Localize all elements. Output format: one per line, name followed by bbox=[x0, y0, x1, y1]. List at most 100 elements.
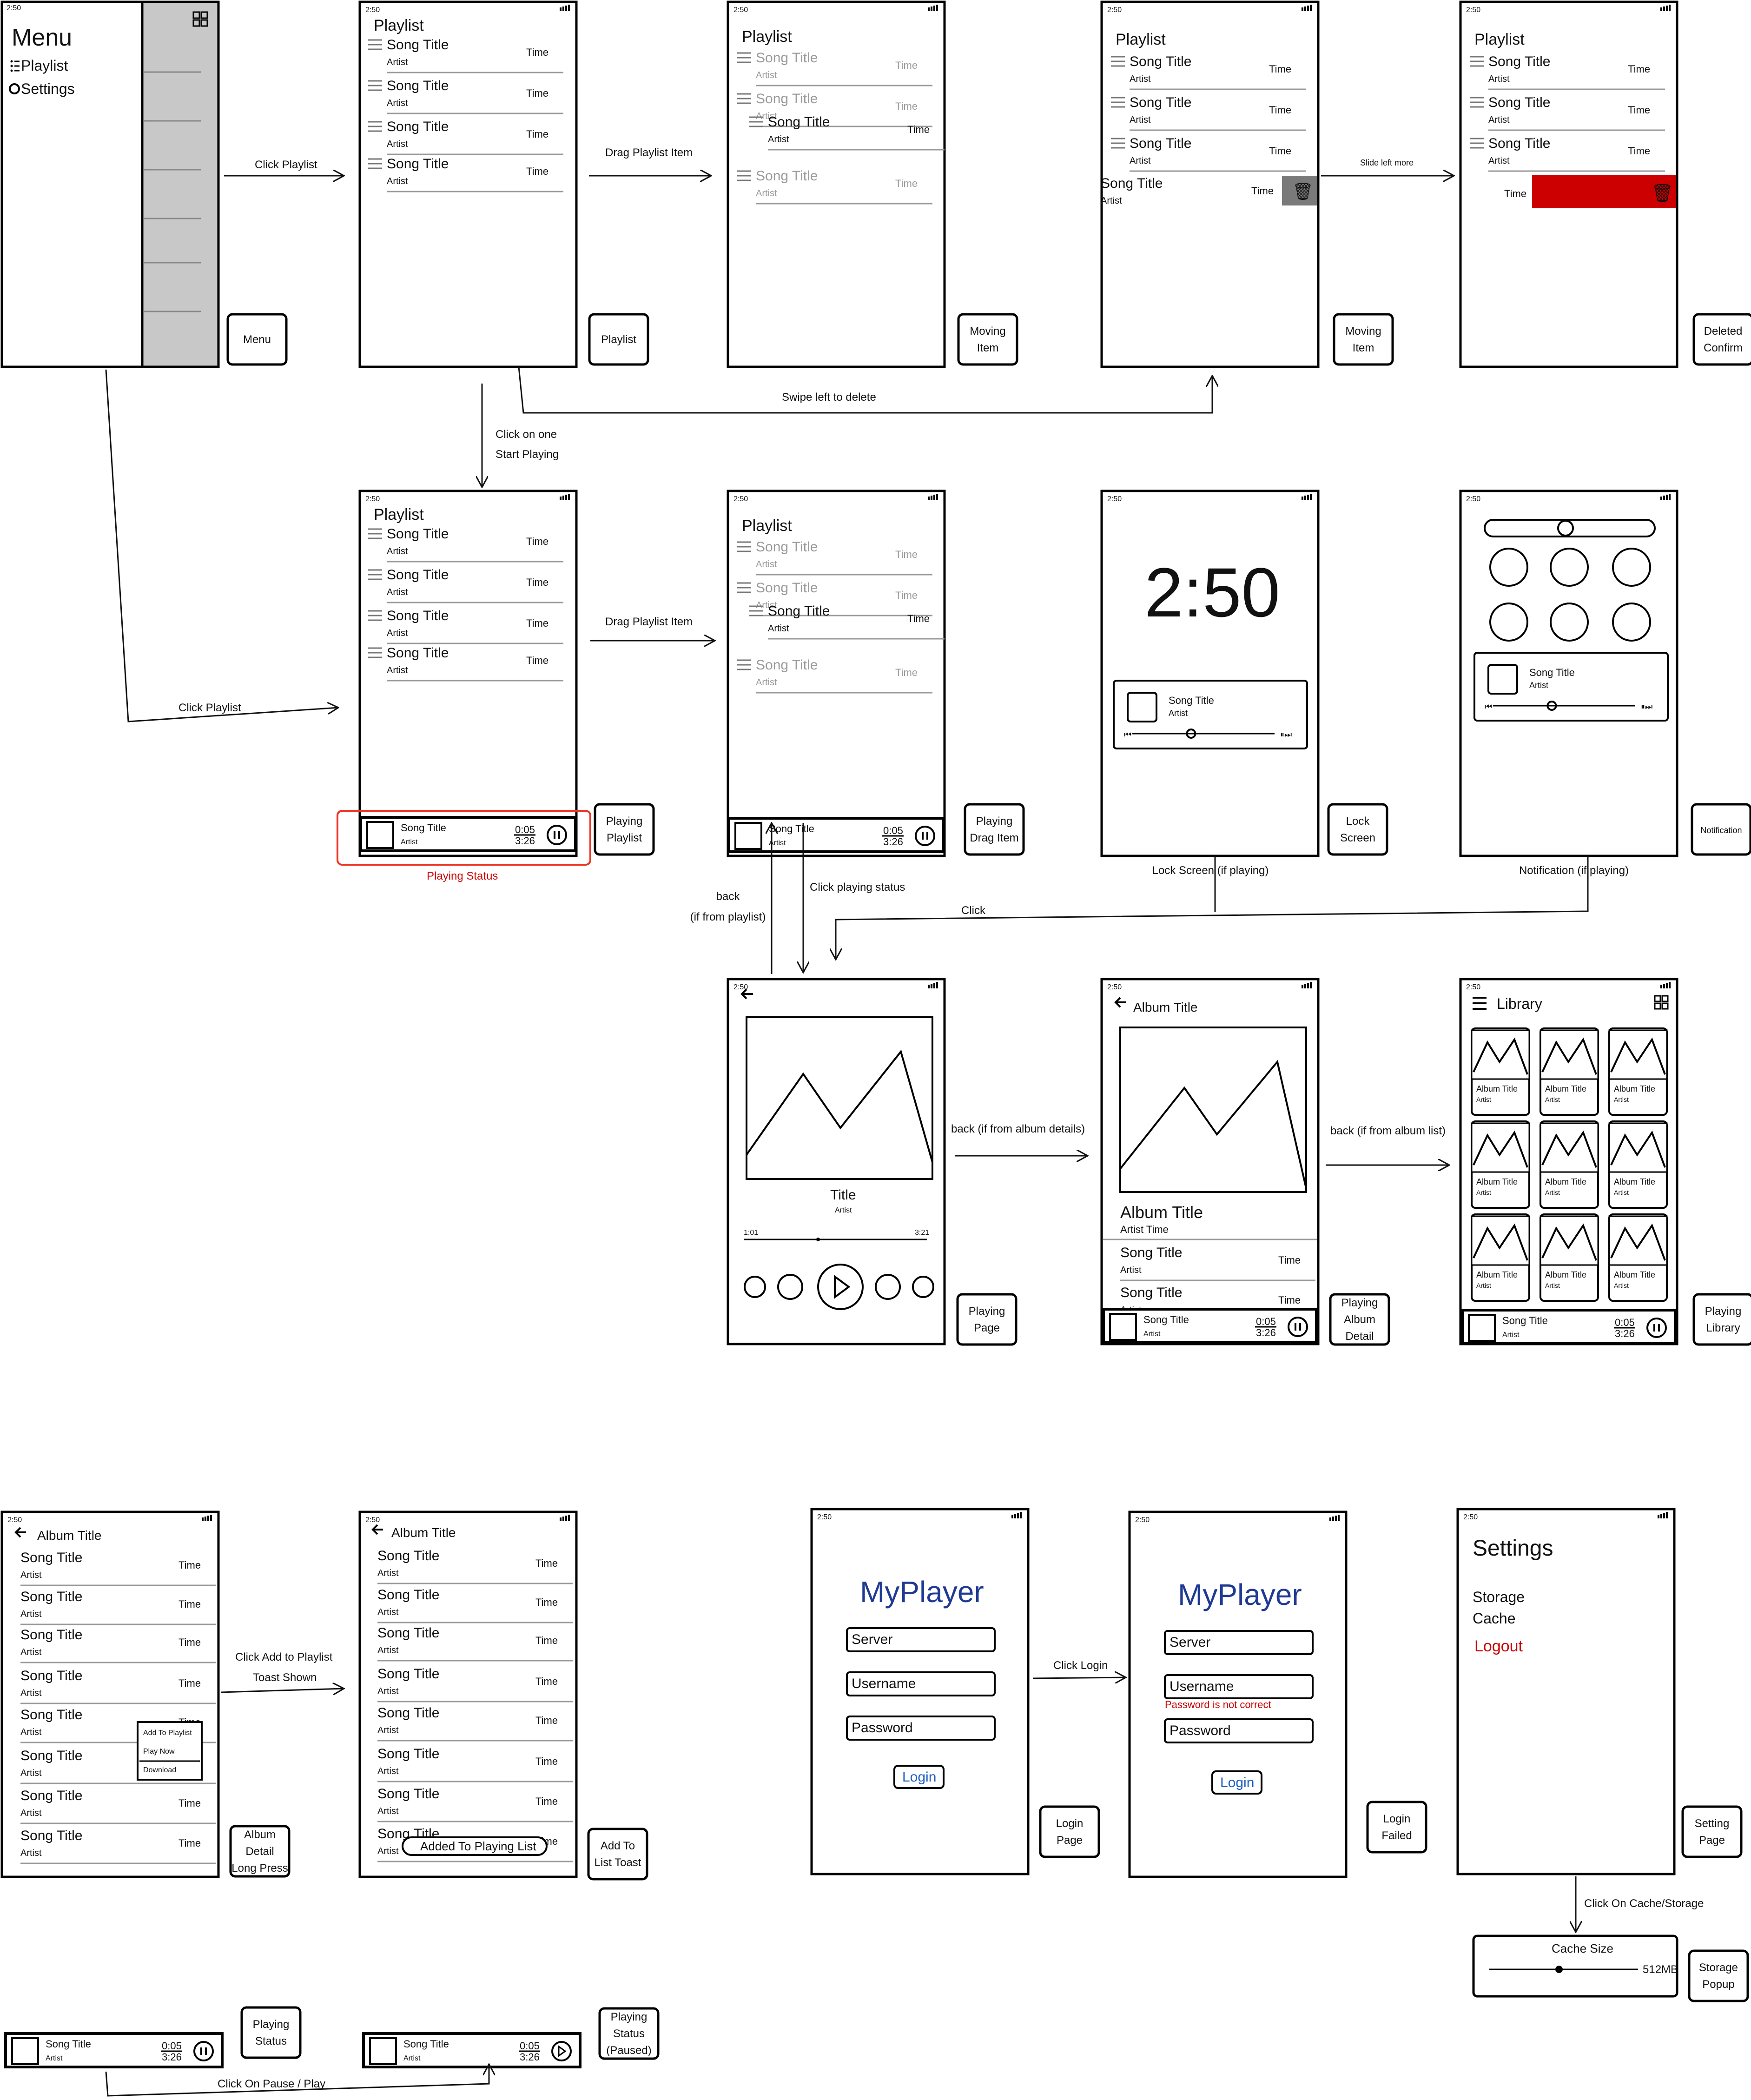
song-title: Song Title bbox=[377, 1786, 439, 1802]
screen-label-text: Notification bbox=[1700, 826, 1742, 835]
status-time: 2:50 bbox=[365, 1516, 380, 1524]
mini-player-card[interactable]: Song Title Artist ⏮ ⏸⏭ bbox=[1473, 652, 1669, 722]
song-title: Song Title bbox=[1143, 1314, 1189, 1325]
song-time: Time bbox=[1269, 145, 1291, 157]
song-time: Time bbox=[1278, 1294, 1301, 1306]
screen-add-to-list-toast: 2:50 Album Title Song Title Artist Time Song … bbox=[358, 1510, 578, 1878]
phone-frame bbox=[1456, 1508, 1676, 1875]
screen-label-text: Playing bbox=[253, 2018, 290, 2031]
screen-label-text: Deleted bbox=[1704, 325, 1743, 338]
playing-status-bar[interactable]: Song TitleArtist0:053:26 bbox=[4, 2032, 224, 2068]
arrow-label: Click bbox=[961, 904, 986, 917]
album-header: Album Title bbox=[1133, 1000, 1198, 1014]
playing-status-bar[interactable]: Song TitleArtist0:053:26 bbox=[727, 817, 945, 853]
arrow-label: Start Playing bbox=[496, 448, 559, 461]
artist-name: Artist bbox=[1143, 1330, 1161, 1338]
storage-popup: Cache Size 512MB bbox=[1472, 1934, 1678, 1998]
elapsed-time: 0:05 bbox=[1256, 1316, 1276, 1327]
app-name: MyPlayer bbox=[1178, 1578, 1302, 1611]
context-menu-item[interactable]: Download bbox=[143, 1766, 176, 1774]
screen-menu: 2:50 Menu Playlist Settings bbox=[0, 0, 220, 368]
album-card-artist: Artist bbox=[1476, 1282, 1491, 1289]
song-title: Song Title bbox=[1502, 1315, 1548, 1326]
password-field-placeholder: Password bbox=[852, 1720, 913, 1736]
settings-item-storage[interactable]: Storage bbox=[1473, 1589, 1525, 1605]
screen-label: Playing Page bbox=[956, 1293, 1018, 1346]
artist-name: Artist bbox=[20, 1848, 42, 1858]
song-title: Song Title bbox=[377, 1666, 439, 1682]
playing-status-bar[interactable]: Song TitleArtist0:053:26 bbox=[359, 816, 577, 852]
artist-name: Artist bbox=[1101, 196, 1122, 206]
song-time: Time bbox=[1504, 188, 1526, 199]
cache-slider-thumb[interactable] bbox=[1555, 1966, 1563, 1973]
context-menu-item[interactable]: Add To Playlist bbox=[143, 1729, 192, 1737]
menu-item-playlist[interactable]: Playlist bbox=[21, 57, 68, 74]
screen-login-failed: 2:50 MyPlayer Server Username Password is no… bbox=[1128, 1510, 1348, 1878]
song-title: Song Title bbox=[20, 1550, 82, 1565]
arrow-label: Lock Screen (if playing) bbox=[1152, 864, 1269, 877]
screen-moving-item: 2:50 Playlist Song Title Artist Time Song Tit… bbox=[727, 0, 946, 368]
pause-next-icons: ⏸⏭ bbox=[1641, 702, 1652, 711]
settings-item-cache[interactable]: Cache bbox=[1473, 1610, 1516, 1627]
status-time: 2:50 bbox=[1107, 495, 1122, 503]
album-card-artist: Artist bbox=[1614, 1096, 1629, 1103]
song-title: Song Title bbox=[1169, 695, 1214, 706]
status-time: 2:50 bbox=[1107, 6, 1122, 14]
playing-status-bar[interactable]: Song TitleArtist0:053:26 bbox=[1102, 1308, 1318, 1344]
server-field-placeholder: Server bbox=[1170, 1635, 1210, 1650]
song-title: Song Title bbox=[1130, 136, 1191, 151]
album-card-title: Album Title bbox=[1614, 1177, 1655, 1186]
album-card-artist: Artist bbox=[1614, 1282, 1629, 1289]
screen-label-text: Moving bbox=[970, 325, 1005, 338]
context-menu-item[interactable]: Play Now bbox=[143, 1748, 175, 1756]
screen-login-page: 2:50 MyPlayer Server Username Password Login bbox=[810, 1508, 1030, 1875]
album-card-title: Album Title bbox=[1476, 1177, 1518, 1186]
song-title: Song Title bbox=[20, 1828, 82, 1843]
context-menu[interactable]: Add To Playlist Play Now Download bbox=[137, 1721, 203, 1781]
mini-player-card[interactable]: Song Title Artist ⏮ ⏸⏭ bbox=[1113, 680, 1308, 749]
menu-item-settings[interactable]: Settings bbox=[21, 80, 75, 97]
playing-status-bar[interactable]: Song TitleArtist0:053:26 bbox=[362, 2032, 581, 2068]
album-card-title: Album Title bbox=[1476, 1084, 1518, 1093]
screen-notification: 2:50 Song Title Artist ⏮ ⏸⏭ bbox=[1459, 490, 1678, 857]
playing-status-bar[interactable]: Song TitleArtist0:053:26 bbox=[1461, 1309, 1677, 1345]
song-time: Time bbox=[526, 166, 548, 177]
logout-link[interactable]: Logout bbox=[1474, 1637, 1523, 1655]
status-time: 2:50 bbox=[7, 4, 21, 12]
arrow-label: Click Add to Playlist bbox=[235, 1651, 333, 1663]
status-time: 2:50 bbox=[1466, 6, 1480, 14]
screen-setting-page: 2:50 Settings Storage Cache Logout bbox=[1456, 1508, 1676, 1875]
arrow-label: back (if from album details) bbox=[951, 1123, 1085, 1135]
artist-name: Artist bbox=[1529, 681, 1548, 690]
arrow-label: Drag Playlist Item bbox=[605, 616, 693, 628]
screen-playing-album-detail: 2:50 Album Title Album Title Artist Time Son… bbox=[1100, 978, 1320, 1345]
arrow-label: Swipe left to delete bbox=[782, 391, 876, 404]
screen-label-text: Failed bbox=[1381, 1829, 1412, 1842]
song-time: Time bbox=[526, 536, 548, 547]
song-title: Song Title bbox=[1488, 54, 1550, 69]
status-time: 2:50 bbox=[1466, 983, 1480, 991]
screen-label-text: Menu bbox=[243, 333, 271, 346]
album-card-title: Album Title bbox=[1545, 1270, 1586, 1279]
screen-label: Playing Status bbox=[240, 2006, 302, 2059]
artist-name: Artist bbox=[1130, 156, 1151, 166]
artist-name: Artist bbox=[20, 1647, 42, 1657]
song-title: Song Title bbox=[1120, 1245, 1182, 1260]
song-title: Song Title bbox=[377, 1746, 439, 1762]
screen-label: Album Detail Long Press bbox=[229, 1825, 291, 1878]
progress-thumb[interactable] bbox=[816, 1238, 820, 1241]
screen-playing-playlist: 2:50 Playlist Song Title Artist Time Song Tit… bbox=[358, 490, 578, 857]
arrow-label: Click playing status bbox=[810, 881, 905, 894]
artist-name: Artist bbox=[377, 1725, 399, 1736]
login-button-label: Login bbox=[902, 1769, 936, 1785]
song-time: Time bbox=[895, 178, 918, 189]
artist-name: Artist bbox=[1130, 74, 1151, 84]
album-card-title: Album Title bbox=[1545, 1177, 1586, 1186]
song-time: Time bbox=[1269, 63, 1291, 75]
artist-name: Artist bbox=[387, 57, 408, 67]
screen-label-text: Screen bbox=[1340, 832, 1375, 844]
trash-icon: 🗑 bbox=[1651, 184, 1673, 203]
playlist-header: Playlist bbox=[742, 28, 792, 46]
artist-name: Artist bbox=[377, 1846, 399, 1856]
artist-name: Artist bbox=[20, 1768, 42, 1778]
